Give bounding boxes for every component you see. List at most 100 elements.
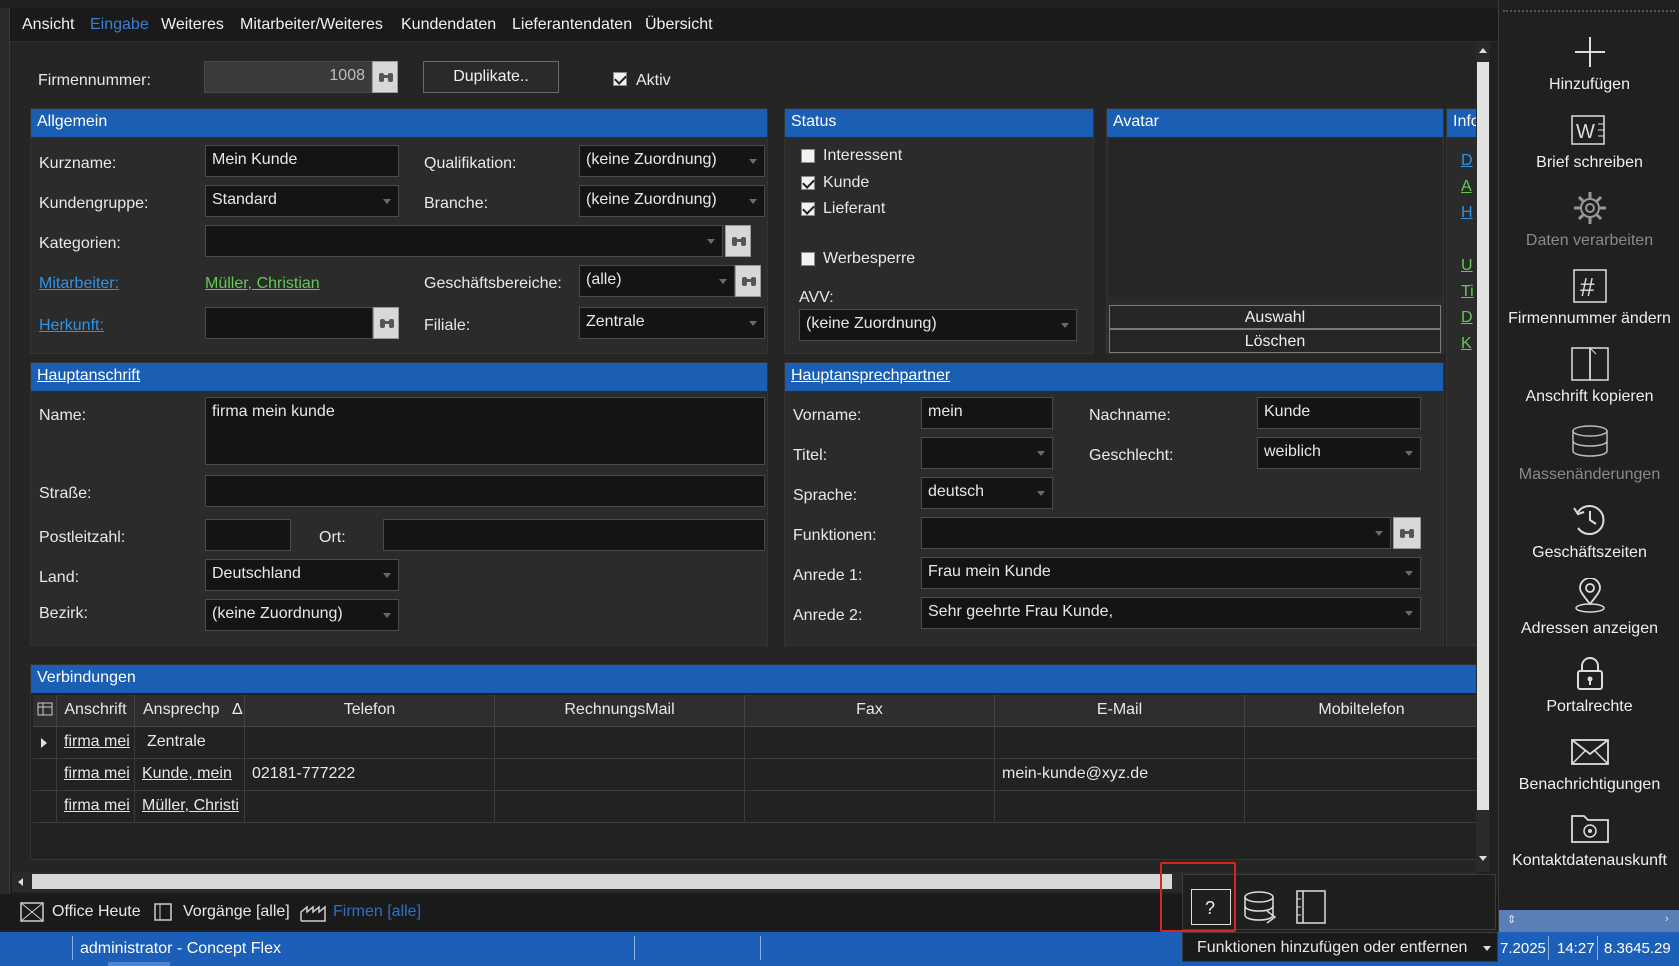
info-link-5[interactable]: Ti (1461, 283, 1474, 301)
sidebar-collapse-bar[interactable]: ⇕ › (1499, 910, 1679, 932)
database-sync-icon[interactable] (1241, 889, 1281, 925)
bezirk-select[interactable]: (keine Zuordnung) (205, 599, 399, 631)
grid-header-telefon[interactable]: Telefon (245, 695, 495, 727)
geschaeftsbereiche-select[interactable]: (alle) (579, 265, 735, 297)
lieferant-checkbox[interactable] (801, 202, 815, 216)
menu-kundendaten[interactable]: Kundendaten (401, 16, 496, 34)
info-link-1[interactable]: D (1461, 152, 1473, 170)
sidebar-item-portalrechte[interactable]: Portalrechte (1499, 656, 1679, 716)
vorname-field[interactable]: mein (921, 397, 1053, 429)
sidebar-item-geschaeftszeiten[interactable]: Geschäftszeiten (1499, 502, 1679, 562)
row-indicator[interactable] (33, 791, 57, 823)
aktiv-label: Aktiv (636, 72, 671, 89)
sidebar-item-brief-schreiben[interactable]: W Brief schreiben (1499, 112, 1679, 172)
menu-lieferantendaten[interactable]: Lieferantendaten (512, 16, 632, 34)
menu-uebersicht[interactable]: Übersicht (645, 16, 713, 34)
nachname-field[interactable]: Kunde (1257, 397, 1421, 429)
info-link-6[interactable]: D (1461, 309, 1473, 327)
mitarbeiter-link[interactable]: Mitarbeiter: (39, 275, 119, 293)
info-link-2[interactable]: A (1461, 178, 1472, 196)
table-row-1-anschrift[interactable]: firma mei (57, 727, 135, 759)
hauptanschrift-link[interactable]: Hauptanschrift (37, 367, 140, 384)
row-indicator[interactable] (33, 727, 57, 759)
sidebar-item-firmennummer-aendern[interactable]: # Firmennummer ändern (1499, 268, 1679, 328)
geschaeftsbereiche-search-button[interactable] (735, 265, 761, 297)
status-version: 8.3645.29 (1604, 940, 1671, 957)
scroll-up-icon[interactable] (1479, 48, 1487, 53)
sidebar-item-daten-verarbeiten[interactable]: Daten verarbeiten (1499, 190, 1679, 250)
land-select[interactable]: Deutschland (205, 559, 399, 591)
funktionen-search-button[interactable] (1393, 517, 1421, 549)
info-link-7[interactable]: K (1461, 335, 1472, 353)
tab-vorgaenge[interactable]: Vorgänge [alle] (183, 903, 290, 921)
panel-layout-icon[interactable] (1293, 889, 1329, 925)
kurzname-field[interactable]: Mein Kunde (205, 145, 399, 177)
mitarbeiter-value-link[interactable]: Müller, Christian (205, 275, 320, 293)
firmennummer-search-button[interactable] (372, 61, 398, 93)
grid-column-chooser[interactable] (33, 695, 57, 727)
scroll-left-icon[interactable] (18, 878, 23, 886)
avv-select[interactable]: (keine Zuordnung) (799, 309, 1077, 341)
branche-select[interactable]: (keine Zuordnung) (579, 185, 765, 217)
sidebar-item-benachrichtigungen[interactable]: Benachrichtigungen (1499, 734, 1679, 794)
info-link-4[interactable]: U (1461, 257, 1473, 275)
tab-office-heute[interactable]: Office Heute (52, 903, 141, 921)
grid-header-email[interactable]: E-Mail (995, 695, 1245, 727)
sidebar-item-anschrift-kopieren[interactable]: Anschrift kopieren (1499, 346, 1679, 406)
tab-firmen[interactable]: Firmen [alle] (333, 903, 421, 921)
herkunft-link[interactable]: Herkunft: (39, 317, 104, 335)
table-row-2-anschrift[interactable]: firma mei (57, 759, 135, 791)
menu-ansicht[interactable]: Ansicht (22, 16, 74, 34)
menu-eingabe[interactable]: Eingabe (90, 16, 149, 34)
herkunft-search-button[interactable] (373, 307, 399, 339)
sidebar-item-adressen-anzeigen[interactable]: Adressen anzeigen (1499, 578, 1679, 638)
sidebar-item-kontaktdatenauskunft[interactable]: Kontaktdatenauskunft (1499, 810, 1679, 870)
grid-header-rechnungsmail[interactable]: RechnungsMail (495, 695, 745, 727)
horizontal-scrollbar-thumb[interactable] (32, 874, 1172, 889)
table-row-3-ansprechp[interactable]: Müller, Christi (135, 791, 245, 823)
kategorien-search-button[interactable] (725, 225, 751, 257)
anrede2-select[interactable]: Sehr geehrte Frau Kunde, (921, 597, 1421, 629)
sidebar-item-massenaenderungen[interactable]: Massenänderungen (1499, 424, 1679, 484)
grid-header-anschrift[interactable]: Anschrift (57, 695, 135, 727)
avatar-image-area[interactable] (1109, 139, 1441, 297)
menu-weiteres[interactable]: Weiteres (161, 16, 224, 34)
plz-field[interactable] (205, 519, 291, 551)
name-field[interactable]: firma mein kunde (205, 397, 765, 465)
vertical-scrollbar[interactable] (1476, 42, 1490, 872)
kunde-checkbox[interactable] (801, 176, 815, 190)
grid-header-fax[interactable]: Fax (745, 695, 995, 727)
info-link-3[interactable]: H (1461, 204, 1473, 222)
office-heute-icon (20, 902, 44, 922)
ort-field[interactable] (383, 519, 765, 551)
avatar-auswahl-button[interactable]: Auswahl (1109, 305, 1441, 329)
row-indicator[interactable] (33, 759, 57, 791)
filiale-select[interactable]: Zentrale (579, 307, 765, 339)
kundengruppe-select[interactable]: Standard (205, 185, 399, 217)
menu-mitarbeiter-weiteres[interactable]: Mitarbeiter/Weiteres (240, 16, 383, 34)
firmennummer-field[interactable]: 1008 (204, 61, 372, 93)
geschlecht-select[interactable]: weiblich (1257, 437, 1421, 469)
grid-header-ansprechp[interactable]: Ansprechp Δ (135, 695, 245, 727)
table-row-2-ansprechp[interactable]: Kunde, mein (135, 759, 245, 791)
qualifikation-select[interactable]: (keine Zuordnung) (579, 145, 765, 177)
avatar-loeschen-button[interactable]: Löschen (1109, 329, 1441, 353)
vertical-scrollbar-thumb[interactable] (1477, 62, 1489, 810)
werbesperre-checkbox[interactable] (801, 252, 815, 266)
scroll-down-icon[interactable] (1479, 856, 1487, 861)
kategorien-select[interactable] (205, 225, 723, 257)
interessent-checkbox[interactable] (801, 149, 815, 163)
sidebar-item-hinzufuegen[interactable]: Hinzufügen (1499, 34, 1679, 94)
sprache-select[interactable]: deutsch (921, 477, 1053, 509)
aktiv-checkbox[interactable] (613, 72, 627, 86)
anrede1-select[interactable]: Frau mein Kunde (921, 557, 1421, 589)
funktionen-select[interactable] (921, 517, 1391, 549)
duplikate-button[interactable]: Duplikate.. (423, 61, 559, 93)
table-row-3-anschrift[interactable]: firma mei (57, 791, 135, 823)
titel-select[interactable] (921, 437, 1053, 469)
herkunft-field[interactable] (205, 307, 373, 339)
hauptansprechpartner-link[interactable]: Hauptansprechpartner (791, 367, 950, 384)
strasse-field[interactable] (205, 475, 765, 507)
tooltip-dropdown-icon[interactable] (1483, 946, 1491, 951)
grid-header-mobiltelefon[interactable]: Mobiltelefon (1245, 695, 1479, 727)
